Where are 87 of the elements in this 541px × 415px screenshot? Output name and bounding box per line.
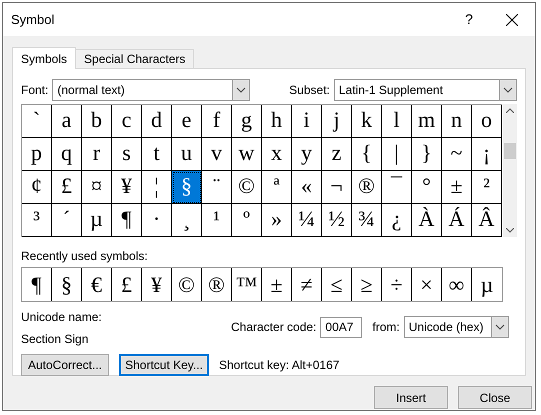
symbol-cell[interactable]: Á — [442, 204, 472, 237]
symbol-cell[interactable]: i — [292, 105, 322, 138]
symbol-cell[interactable]: v — [202, 138, 232, 171]
symbol-cell[interactable]: n — [442, 105, 472, 138]
symbol-cell[interactable]: m — [412, 105, 442, 138]
symbol-cell[interactable]: ` — [22, 105, 52, 138]
scroll-up-icon — [506, 108, 514, 113]
symbol-cell[interactable]: ¸ — [172, 204, 202, 237]
recent-symbol[interactable]: µ — [472, 268, 502, 301]
symbol-cell[interactable]: ¾ — [352, 204, 382, 237]
symbol-cell[interactable]: ± — [442, 171, 472, 204]
symbol-cell[interactable]: l — [382, 105, 412, 138]
symbol-cell[interactable]: £ — [52, 171, 82, 204]
symbol-cell[interactable]: j — [322, 105, 352, 138]
symbol-cell[interactable]: t — [142, 138, 172, 171]
unicode-name-label: Unicode name: — [21, 309, 103, 326]
symbol-cell[interactable]: } — [412, 138, 442, 171]
subset-label: Subset: — [289, 82, 330, 99]
symbol-cell[interactable]: c — [112, 105, 142, 138]
symbol-cell[interactable]: b — [82, 105, 112, 138]
scrollbar[interactable] — [502, 104, 517, 237]
recent-label: Recently used symbols: — [21, 248, 149, 265]
symbol-cell[interactable]: f — [202, 105, 232, 138]
symbol-cell[interactable]: a — [52, 105, 82, 138]
symbol-cell[interactable]: w — [232, 138, 262, 171]
symbol-cell[interactable]: p — [22, 138, 52, 171]
symbol-cell[interactable]: ® — [352, 171, 382, 204]
symbol-cell[interactable]: y — [292, 138, 322, 171]
symbol-cell[interactable]: ¥ — [112, 171, 142, 204]
symbol-cell[interactable]: ½ — [322, 204, 352, 237]
chevron-down-icon — [494, 324, 505, 330]
symbol-cell[interactable]: « — [292, 171, 322, 204]
symbol-cell[interactable]: µ — [82, 204, 112, 237]
symbol-cell[interactable]: x — [262, 138, 292, 171]
symbol-cell[interactable]: | — [382, 138, 412, 171]
symbol-cell[interactable]: ¬ — [322, 171, 352, 204]
shortcut-key-button[interactable]: Shortcut Key... — [119, 354, 209, 376]
character-code-field[interactable]: 00A7 — [320, 316, 362, 338]
symbol-cell[interactable]: r — [82, 138, 112, 171]
unicode-name-value: Section Sign — [21, 331, 90, 348]
autocorrect-button[interactable]: AutoCorrect... — [21, 354, 109, 376]
symbol-cell[interactable]: ¤ — [82, 171, 112, 204]
symbol-cell[interactable]: · — [142, 204, 172, 237]
symbol-cell[interactable]: ¶ — [112, 204, 142, 237]
symbol-cell[interactable]: À — [412, 204, 442, 237]
symbol-cell[interactable]: © — [232, 171, 262, 204]
symbol-cell[interactable]: q — [52, 138, 82, 171]
symbol-cell[interactable]: ° — [412, 171, 442, 204]
symbol-cell[interactable]: ¿ — [382, 204, 412, 237]
symbol-cell[interactable]: § — [172, 171, 202, 204]
symbol-cell[interactable]: { — [352, 138, 382, 171]
character-code-label: Character code: — [231, 319, 316, 336]
symbol-cell[interactable]: º — [232, 204, 262, 237]
shortcut-key-text: Shortcut key: Alt+0167 — [219, 357, 340, 374]
symbol-cell[interactable]: ³ — [22, 204, 52, 237]
window-title: Symbol — [11, 10, 56, 29]
symbol-cell[interactable]: ª — [262, 171, 292, 204]
scroll-thumb[interactable] — [504, 142, 516, 158]
symbol-cell[interactable]: ~ — [442, 138, 472, 171]
dropdown[interactable]: Unicode (hex) — [404, 316, 509, 338]
dialog-button[interactable]: Insert — [374, 386, 448, 409]
symbol-cell[interactable]: d — [142, 105, 172, 138]
symbol-cell[interactable]: ¨ — [202, 171, 232, 204]
close-icon — [506, 14, 518, 26]
chevron-down-icon — [503, 87, 513, 93]
symbol-cell[interactable]: h — [262, 105, 292, 138]
scroll-down-icon — [506, 228, 514, 233]
symbol-cell[interactable]: k — [352, 105, 382, 138]
symbol-cell[interactable]: s — [112, 138, 142, 171]
dialog-button[interactable]: Close — [458, 386, 532, 409]
font-label: Font: — [21, 82, 48, 99]
symbol-cell[interactable]: ¢ — [22, 171, 52, 204]
symbol-cell[interactable]: ¼ — [292, 204, 322, 237]
symbol-cell[interactable]: ¯ — [382, 171, 412, 204]
tab[interactable]: Special Characters — [76, 49, 194, 68]
symbol-cell[interactable]: g — [232, 105, 262, 138]
symbol-cell[interactable]: ¹ — [202, 204, 232, 237]
from-label: from: — [372, 319, 400, 336]
symbol-cell[interactable]: z — [322, 138, 352, 171]
symbol-cell[interactable]: e — [172, 105, 202, 138]
tab[interactable]: Symbols — [12, 47, 76, 69]
dropdown[interactable]: (normal text) — [52, 79, 250, 101]
dropdown[interactable]: Latin-1 Supplement — [334, 79, 517, 101]
chevron-down-icon — [236, 87, 246, 93]
symbol-cell[interactable]: » — [262, 204, 292, 237]
symbol-cell[interactable]: ´ — [52, 204, 82, 237]
help-button[interactable]: ? — [449, 9, 489, 30]
